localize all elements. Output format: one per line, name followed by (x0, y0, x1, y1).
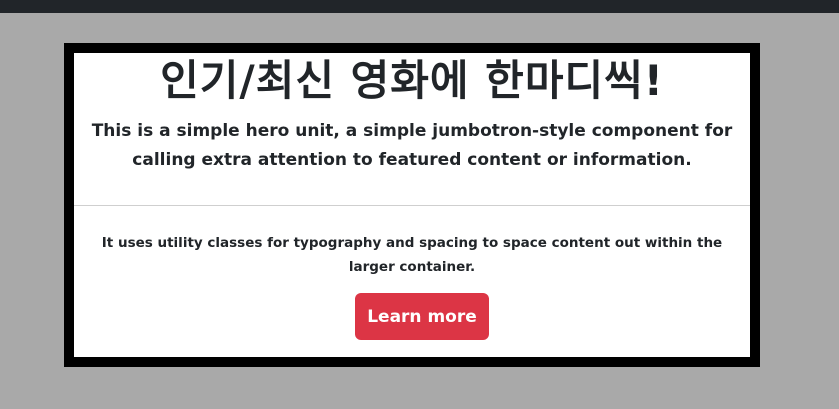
hero-title: 인기/최신 영화에 한마디씩! (160, 56, 664, 105)
hero-body-text: It uses utility classes for typography a… (101, 235, 723, 275)
hero-frame: 인기/최신 영화에 한마디씩! This is a simple hero un… (64, 43, 760, 367)
hero-lead-text: This is a simple hero unit, a simple jum… (91, 121, 733, 170)
hero-panel: 인기/최신 영화에 한마디씩! This is a simple hero un… (74, 53, 750, 357)
top-navbar (0, 0, 839, 13)
divider (74, 205, 750, 206)
learn-more-button[interactable]: Learn more (355, 293, 489, 340)
